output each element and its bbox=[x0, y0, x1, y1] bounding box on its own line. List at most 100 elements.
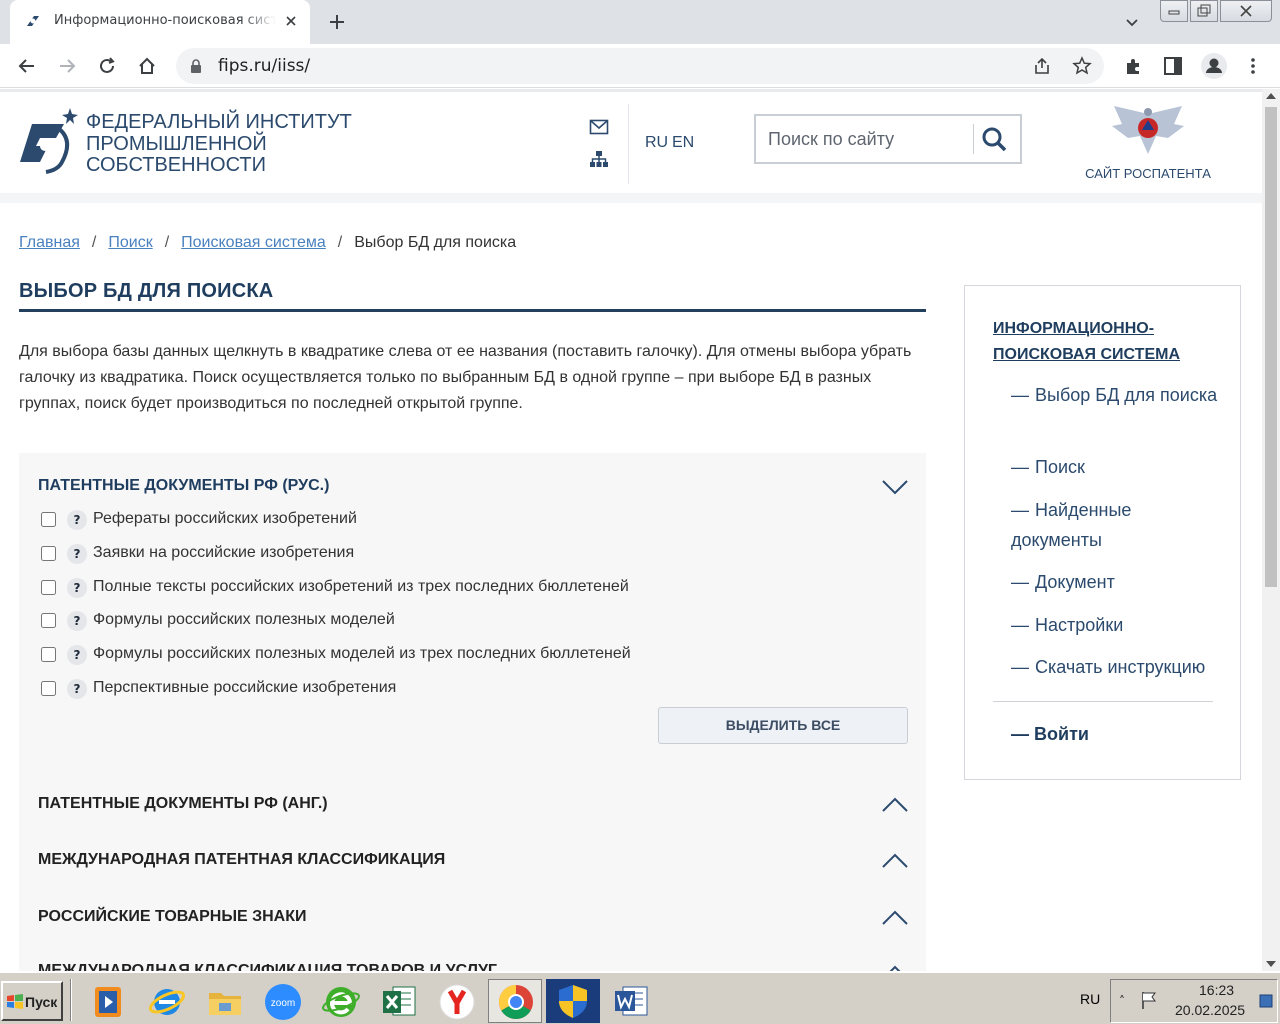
db-checkbox[interactable] bbox=[41, 512, 56, 527]
reload-icon[interactable] bbox=[96, 55, 118, 77]
header-divider bbox=[628, 104, 629, 184]
back-arrow-icon[interactable] bbox=[16, 55, 38, 77]
group-title-rf-trademarks[interactable]: РОССИЙСКИЕ ТОВАРНЫЕ ЗНАКИ bbox=[38, 908, 307, 926]
taskbar-app-chrome[interactable] bbox=[488, 979, 542, 1023]
lang-ru-link[interactable]: RU bbox=[645, 134, 668, 152]
browser-tab-bar: Информационно-поисковая система bbox=[0, 0, 1280, 44]
windows-flag-icon bbox=[7, 994, 23, 1009]
db-item-label[interactable]: Формулы российских полезных моделей из т… bbox=[93, 645, 631, 663]
db-checkbox[interactable] bbox=[41, 580, 56, 595]
breadcrumb-search-link[interactable]: Поиск bbox=[108, 234, 152, 251]
taskbar-app-security[interactable] bbox=[546, 979, 600, 1023]
help-icon[interactable]: ? bbox=[67, 645, 87, 665]
search-icon[interactable] bbox=[980, 125, 1008, 153]
window-minimize-button[interactable] bbox=[1160, 0, 1188, 22]
sidebar-item-document[interactable]: — Документ bbox=[1011, 567, 1221, 597]
sidebar-title-link[interactable]: ИНФОРМАЦИОННО-ПОИСКОВАЯ СИСТЕМА bbox=[993, 316, 1213, 368]
taskbar-app-zoom[interactable]: zoom bbox=[256, 979, 310, 1023]
home-icon[interactable] bbox=[136, 55, 158, 77]
breadcrumb-current: Выбор БД для поиска bbox=[354, 234, 517, 251]
sidebar-divider bbox=[993, 701, 1213, 702]
browser-menu-icon[interactable] bbox=[1242, 55, 1264, 77]
taskbar-app-media-player[interactable] bbox=[80, 979, 134, 1023]
clock-date[interactable]: 20.02.2025 bbox=[1175, 1002, 1245, 1018]
breadcrumb-system-link[interactable]: Поисковая система bbox=[181, 234, 326, 251]
db-item: ? Формулы российских полезных моделей из… bbox=[41, 645, 881, 667]
help-icon[interactable]: ? bbox=[67, 544, 87, 564]
group-title-ipc[interactable]: МЕЖДУНАРОДНАЯ ПАТЕНТНАЯ КЛАССИФИКАЦИЯ bbox=[38, 851, 445, 869]
group-title-rf-patents-rus[interactable]: ПАТЕНТНЫЕ ДОКУМЕНТЫ РФ (РУС.) bbox=[38, 477, 329, 495]
taskbar-app-excel[interactable] bbox=[372, 979, 426, 1023]
db-item-label[interactable]: Формулы российских полезных моделей bbox=[93, 611, 395, 629]
organization-name[interactable]: ФЕДЕРАЛЬНЫЙ ИНСТИТУТ ПРОМЫШЛЕННОЙ СОБСТВ… bbox=[86, 111, 386, 177]
rospatent-site-link[interactable]: САЙТ РОСПАТЕНТА bbox=[1078, 166, 1218, 181]
select-all-button[interactable]: ВЫДЕЛИТЬ ВСЕ bbox=[658, 707, 908, 744]
window-close-button[interactable] bbox=[1220, 0, 1272, 22]
db-item-label[interactable]: Полные тексты российских изобретений из … bbox=[93, 578, 629, 596]
help-icon[interactable]: ? bbox=[67, 578, 87, 598]
taskbar-app-internet-explorer[interactable] bbox=[140, 979, 194, 1023]
title-underline bbox=[19, 309, 926, 312]
sidebar-item-search[interactable]: — Поиск bbox=[1011, 452, 1221, 482]
chevron-down-icon[interactable] bbox=[881, 479, 909, 495]
address-bar[interactable]: fips.ru/iiss/ bbox=[176, 48, 1104, 84]
side-panel-icon[interactable] bbox=[1162, 55, 1184, 77]
breadcrumb-home-link[interactable]: Главная bbox=[19, 234, 80, 251]
show-desktop-icon[interactable] bbox=[1259, 994, 1273, 1008]
sitemap-icon[interactable] bbox=[589, 150, 609, 168]
db-item-label[interactable]: Рефераты российских изобретений bbox=[93, 510, 357, 528]
profile-avatar-icon[interactable] bbox=[1200, 52, 1228, 80]
db-checkbox[interactable] bbox=[41, 647, 56, 662]
rospatent-emblem-icon[interactable] bbox=[1106, 104, 1190, 162]
chevron-up-icon[interactable] bbox=[881, 797, 909, 813]
db-item-label[interactable]: Перспективные российские изобретения bbox=[93, 679, 396, 697]
new-tab-icon[interactable] bbox=[326, 11, 348, 33]
forward-arrow-icon[interactable] bbox=[56, 55, 78, 77]
browser-tab[interactable]: Информационно-поисковая система bbox=[10, 0, 310, 44]
window-restore-button[interactable] bbox=[1190, 0, 1218, 22]
taskbar-app-word[interactable] bbox=[604, 979, 658, 1023]
lock-icon[interactable] bbox=[188, 58, 204, 74]
taskbar-app-file-explorer[interactable] bbox=[198, 979, 252, 1023]
fips-logo-icon[interactable] bbox=[18, 104, 78, 174]
bookmark-star-icon[interactable] bbox=[1072, 56, 1092, 76]
db-checkbox[interactable] bbox=[41, 546, 56, 561]
login-link[interactable]: — Войти bbox=[1011, 724, 1089, 745]
action-center-flag-icon[interactable] bbox=[1139, 990, 1159, 1010]
sidebar-item-settings[interactable]: — Настройки bbox=[1011, 610, 1221, 640]
share-icon[interactable] bbox=[1032, 56, 1052, 76]
mail-icon[interactable] bbox=[589, 118, 609, 136]
sidebar-item-download-manual[interactable]: — Скачать инструкцию bbox=[1011, 652, 1241, 682]
scroll-up-arrow-icon[interactable] bbox=[1266, 93, 1276, 99]
chevron-up-icon[interactable] bbox=[881, 853, 909, 869]
tab-close-icon[interactable] bbox=[282, 12, 300, 30]
chevron-up-icon[interactable] bbox=[881, 910, 909, 926]
extensions-puzzle-icon[interactable] bbox=[1122, 55, 1144, 77]
group-title-rf-patents-eng[interactable]: ПАТЕНТНЫЕ ДОКУМЕНТЫ РФ (АНГ.) bbox=[38, 795, 328, 813]
url-text[interactable]: fips.ru/iiss/ bbox=[218, 56, 310, 76]
file-explorer-icon bbox=[209, 993, 241, 1015]
tab-search-chevron-icon[interactable] bbox=[1122, 12, 1142, 32]
help-icon[interactable]: ? bbox=[67, 611, 87, 631]
site-search-input[interactable] bbox=[768, 129, 968, 150]
db-checkbox[interactable] bbox=[41, 613, 56, 628]
taskbar-app-e-browser[interactable] bbox=[314, 979, 368, 1023]
taskbar-app-yandex-browser[interactable] bbox=[430, 979, 484, 1023]
lang-en-link[interactable]: EN bbox=[672, 134, 694, 152]
help-icon[interactable]: ? bbox=[67, 510, 87, 530]
db-checkbox[interactable] bbox=[41, 681, 56, 696]
start-button[interactable]: Пуск bbox=[1, 981, 63, 1021]
sidebar-item-label: Настройки bbox=[1035, 615, 1124, 635]
sidebar-item-db-select[interactable]: — Выбор БД для поиска bbox=[1011, 380, 1221, 410]
sidebar-item-label: Документ bbox=[1035, 572, 1115, 592]
clock-time[interactable]: 16:23 bbox=[1199, 982, 1234, 998]
scrollbar-thumb[interactable] bbox=[1265, 107, 1277, 587]
scroll-down-arrow-icon[interactable] bbox=[1266, 961, 1276, 967]
help-icon[interactable]: ? bbox=[67, 679, 87, 699]
tray-expand-icon[interactable]: ˄ bbox=[1119, 994, 1125, 1008]
page-scrollbar[interactable] bbox=[1262, 89, 1280, 971]
group-title-nice-classification[interactable]: МЕЖДУНАРОДНАЯ КЛАССИФИКАЦИЯ ТОВАРОВ И УС… bbox=[38, 962, 497, 971]
db-item-label[interactable]: Заявки на российские изобретения bbox=[93, 544, 354, 562]
sidebar-item-found-documents[interactable]: — Найденные документы bbox=[1011, 495, 1221, 555]
keyboard-layout-indicator[interactable]: RU bbox=[1080, 991, 1100, 1007]
